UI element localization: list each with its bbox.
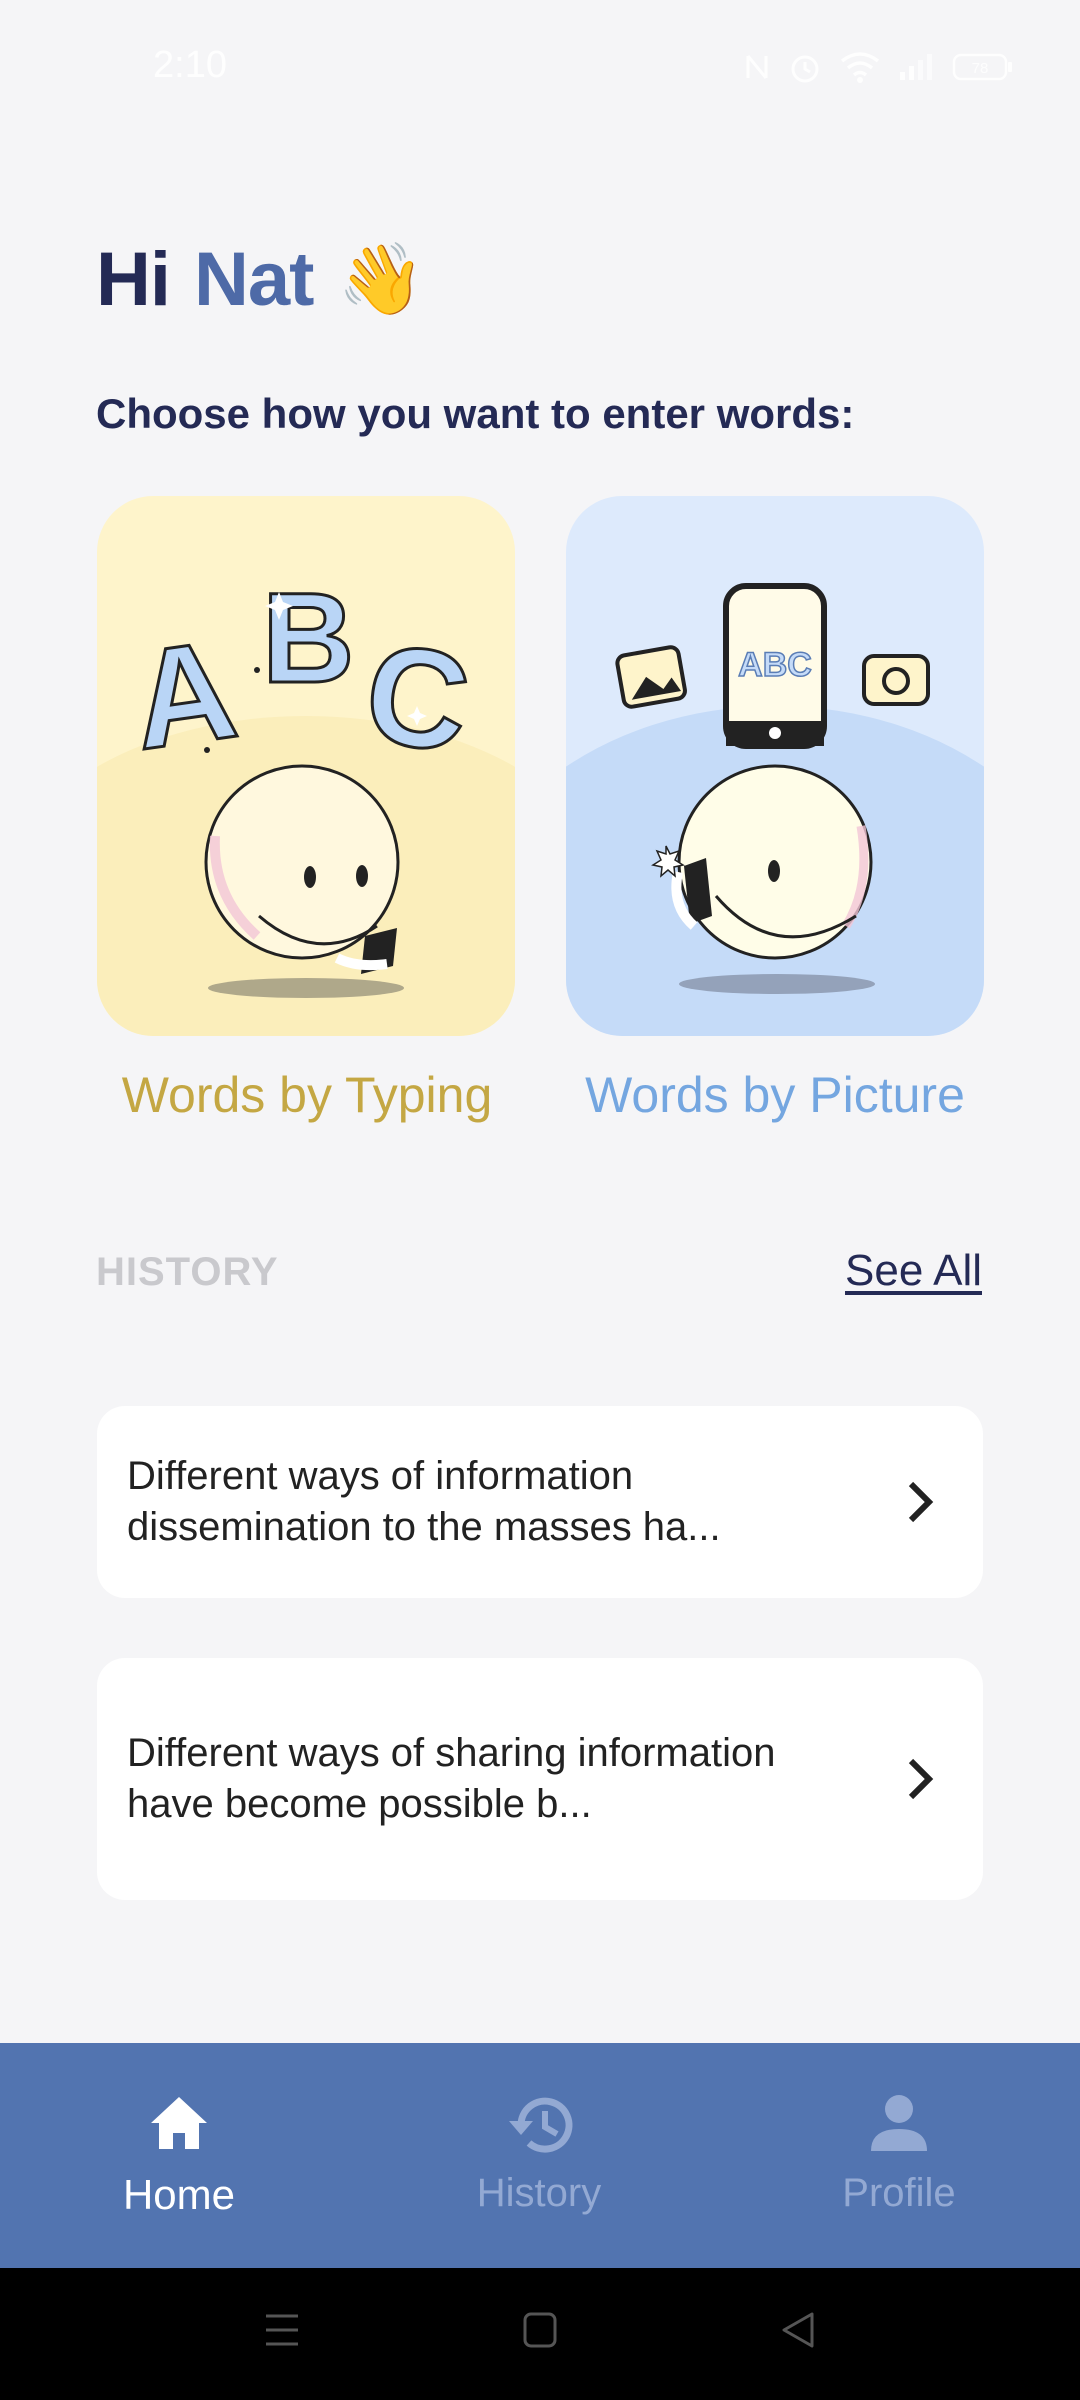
art-letter-c: C <box>356 613 478 783</box>
bottom-navigation: Home History Profile <box>0 2043 1080 2268</box>
signal-icon <box>900 54 932 80</box>
picture-illustration: ABC <box>566 583 984 1036</box>
words-by-typing-label[interactable]: Words by Typing <box>72 1066 542 1124</box>
battery-icon: 78 <box>952 53 1012 81</box>
back-icon[interactable] <box>780 2310 816 2350</box>
home-square-icon[interactable] <box>522 2310 558 2350</box>
history-section-title: HISTORY <box>96 1250 279 1294</box>
see-all-link[interactable]: See All <box>845 1246 982 1296</box>
history-item-text: Different ways of sharing information ha… <box>127 1731 776 1826</box>
art-letter-a: A <box>123 610 245 780</box>
greeting-hi: Hi <box>96 237 171 322</box>
user-name: Nat <box>194 237 314 322</box>
art-abc-text: ABC <box>738 646 812 684</box>
nav-history-label: History <box>476 2171 602 2215</box>
wifi-icon <box>840 52 880 83</box>
status-icons: 78 <box>744 50 1014 84</box>
waving-hand-emoji: 👋 <box>337 239 424 318</box>
history-item[interactable]: Different ways of sharing information ha… <box>97 1658 983 1900</box>
art-letter-b: B <box>262 567 354 710</box>
typing-illustration: A B C <box>97 566 515 1036</box>
nfc-icon <box>746 55 768 79</box>
nav-home[interactable]: Home <box>79 2043 279 2268</box>
nav-profile-label: Profile <box>842 2171 956 2215</box>
words-by-typing-card[interactable]: A B C <box>97 496 515 1036</box>
chevron-right-icon <box>908 1758 934 1800</box>
status-bar: 2:10 78 <box>0 0 1080 140</box>
words-by-picture-label[interactable]: Words by Picture <box>540 1066 1010 1124</box>
greeting-heading: Hi Nat 👋 <box>96 236 425 323</box>
menu-icon[interactable] <box>264 2310 300 2350</box>
home-icon <box>151 2097 207 2149</box>
alarm-icon <box>791 55 819 83</box>
chevron-right-icon <box>908 1481 934 1523</box>
history-icon <box>509 2097 573 2153</box>
history-item-text: Different ways of information disseminat… <box>127 1454 721 1549</box>
nav-profile[interactable]: Profile <box>799 2043 999 2268</box>
entry-method-prompt: Choose how you want to enter words: <box>96 390 855 437</box>
nav-history[interactable]: History <box>439 2043 639 2268</box>
status-time: 2:10 <box>153 44 227 86</box>
person-icon <box>871 2095 927 2151</box>
battery-level: 78 <box>972 60 989 77</box>
nav-home-label: Home <box>122 2171 236 2218</box>
history-item[interactable]: Different ways of information disseminat… <box>97 1406 983 1598</box>
words-by-picture-card[interactable]: ABC <box>566 496 984 1036</box>
system-navigation-bar <box>0 2268 1080 2400</box>
